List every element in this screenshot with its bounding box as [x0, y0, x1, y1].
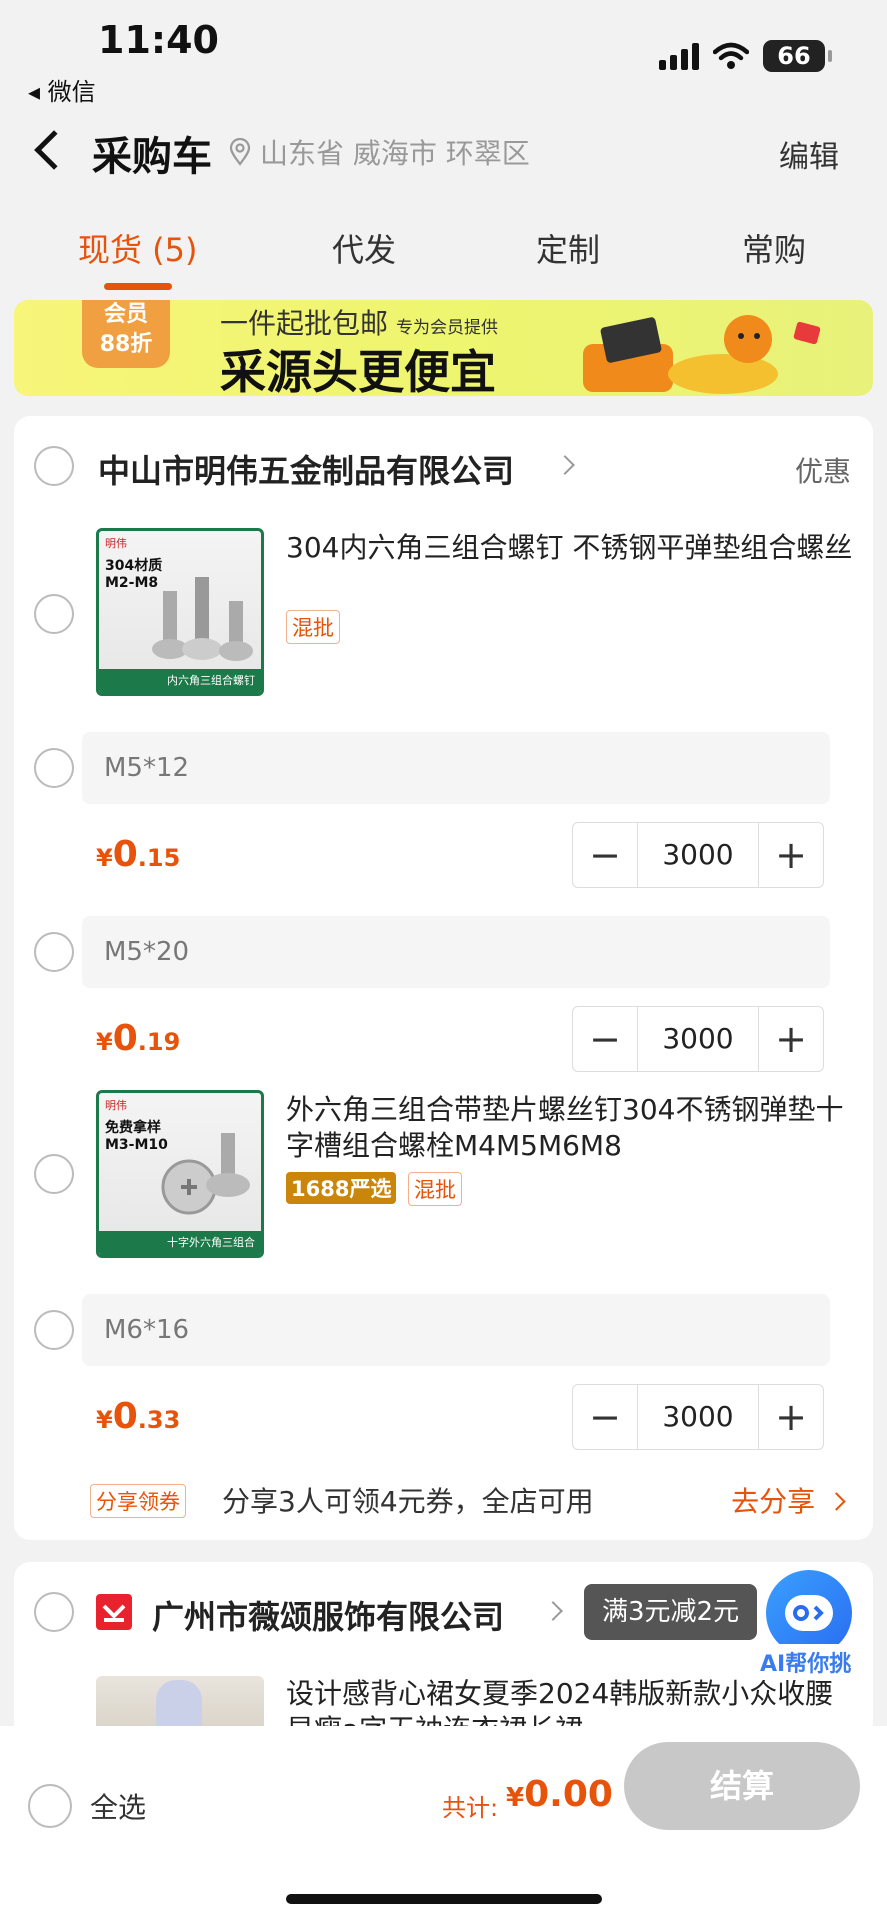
product-title[interactable]: 304内六角三组合螺钉 不锈钢平弹垫组合螺丝	[286, 530, 856, 566]
location-selector[interactable]: 山东省 威海市 环翠区	[228, 132, 530, 172]
member-badge-line2: 88折	[99, 332, 153, 357]
location-text: 山东省 威海市 环翠区	[260, 137, 530, 170]
product-title[interactable]: 设计感背心裙女夏季2024韩版新款小众收腰显瘦a字无袖连衣裙长裙	[286, 1676, 856, 1728]
signal-icon	[659, 42, 699, 70]
quantity-input[interactable]: 3000	[637, 1385, 759, 1449]
sku-price: ¥0.15	[96, 834, 180, 875]
share-coupon-tag: 分享领券	[90, 1484, 186, 1518]
share-link[interactable]: 去分享	[731, 1480, 846, 1520]
shop-name[interactable]: 广州市薇颂服饰有限公司	[152, 1592, 504, 1638]
plus-button[interactable]: +	[759, 1007, 823, 1071]
price-decimal: .15	[137, 844, 181, 872]
share-coupon-text: 分享3人可领4元券，全店可用	[222, 1485, 594, 1518]
select-all-label[interactable]: 全选	[90, 1786, 146, 1826]
quantity-input[interactable]: 3000	[637, 1007, 759, 1071]
shop-select-radio[interactable]	[34, 446, 74, 486]
shop-select-radio[interactable]	[34, 1592, 74, 1632]
home-indicator	[286, 1894, 602, 1904]
status-time: 11:40	[98, 18, 219, 62]
thumb-caption: 十字外六角三组合	[99, 1231, 261, 1255]
sku-price: ¥0.19	[96, 1018, 180, 1059]
screw-illustration	[152, 577, 253, 661]
total-currency: ¥	[506, 1783, 525, 1813]
tab-custom[interactable]: 定制	[536, 225, 600, 271]
ai-face-icon	[785, 1595, 833, 1631]
price-integer: 0	[112, 1018, 138, 1059]
product-thumbnail[interactable]: 明伟 免费拿样 M3-M10 十字外六角三组合	[96, 1090, 264, 1258]
price-currency: ¥	[96, 1406, 113, 1434]
store-logo-icon	[96, 1594, 132, 1630]
thumb-brand: 明伟	[105, 537, 127, 550]
tab-bar: 现货 (5) 代发 定制 常购	[0, 225, 887, 295]
checkout-button[interactable]: 结算	[624, 1742, 860, 1830]
back-arrow-icon[interactable]	[34, 130, 74, 170]
plus-button[interactable]: +	[759, 1385, 823, 1449]
status-icons: 66	[659, 40, 832, 72]
product-title[interactable]: 外六角三组合带垫片螺丝钉304不锈钢弹垫十字槽组合螺栓M4M5M6M8	[286, 1092, 856, 1164]
minus-button[interactable]: −	[573, 1385, 637, 1449]
wifi-icon	[713, 42, 749, 69]
chevron-right-icon	[827, 1492, 846, 1511]
location-pin-icon	[229, 138, 251, 166]
edit-button[interactable]: 编辑	[779, 132, 839, 176]
product-thumbnail[interactable]: 明伟 304材质 M2-M8 内六角三组合螺钉	[96, 528, 264, 696]
minus-button[interactable]: −	[573, 1007, 637, 1071]
price-integer: 0	[112, 1396, 138, 1437]
thumb-brand: 明伟	[105, 1099, 127, 1112]
quantity-stepper: − 3000 +	[572, 1384, 824, 1450]
price-currency: ¥	[96, 1028, 113, 1056]
page-title: 采购车	[92, 134, 212, 180]
price-currency: ¥	[96, 844, 113, 872]
product-select-radio[interactable]	[34, 1154, 74, 1194]
tab-active-indicator	[104, 283, 172, 290]
screw-illustration	[161, 1133, 250, 1215]
back-to-wechat[interactable]: ◂ 微信	[28, 72, 96, 107]
price-integer: 0	[112, 834, 138, 875]
select-all-radio[interactable]	[28, 1784, 72, 1828]
total-value: 0.00	[524, 1774, 613, 1815]
thumb-caption: 内六角三组合螺钉	[99, 669, 261, 693]
tab-in-stock[interactable]: 现货 (5)	[78, 225, 198, 271]
price-decimal: .19	[137, 1028, 181, 1056]
discount-tooltip: 满3元减2元	[584, 1584, 758, 1640]
minus-button[interactable]: −	[573, 823, 637, 887]
sku-select-radio[interactable]	[34, 748, 74, 788]
thumb-label: 免费拿样	[105, 1120, 161, 1136]
quantity-input[interactable]: 3000	[637, 823, 759, 887]
banner-headline: 采源头更便宜	[220, 345, 496, 396]
price-decimal: .33	[137, 1406, 181, 1434]
strict-selection-tag: 1688严选	[286, 1172, 397, 1204]
sku-price: ¥0.33	[96, 1396, 180, 1437]
tab-frequent[interactable]: 常购	[742, 225, 806, 271]
member-banner[interactable]: 会员 88折 一件起批包邮 专为会员提供 采源头更便宜	[14, 300, 873, 396]
shop-promo-link[interactable]: 优惠	[795, 450, 851, 490]
member-badge-line1: 会员	[103, 302, 148, 327]
total-price: ¥0.00	[506, 1774, 613, 1815]
plus-button[interactable]: +	[759, 823, 823, 887]
ai-assistant-label[interactable]: AI帮你挑	[752, 1644, 860, 1680]
share-link-label: 去分享	[731, 1485, 816, 1518]
checkout-bar: 全选 共计: ¥0.00 结算	[0, 1726, 887, 1920]
sku-spec[interactable]: M5*12	[82, 732, 830, 804]
battery-icon: 66	[763, 40, 832, 72]
total-label: 共计:	[442, 1794, 499, 1822]
member-badge: 会员 88折	[82, 300, 170, 368]
tab-dropship[interactable]: 代发	[332, 225, 396, 271]
mixed-batch-tag: 混批	[408, 1172, 462, 1206]
quantity-stepper: − 3000 +	[572, 822, 824, 888]
sku-select-radio[interactable]	[34, 932, 74, 972]
product-select-radio[interactable]	[34, 594, 74, 634]
mascot-illustration	[583, 315, 821, 394]
banner-line1-small: 专为会员提供	[396, 318, 499, 338]
mixed-batch-tag: 混批	[286, 610, 340, 644]
sku-select-radio[interactable]	[34, 1310, 74, 1350]
quantity-stepper: − 3000 +	[572, 1006, 824, 1072]
shop-name[interactable]: 中山市明伟五金制品有限公司	[98, 446, 514, 492]
sku-spec[interactable]: M5*20	[82, 916, 830, 988]
sku-spec[interactable]: M6*16	[82, 1294, 830, 1366]
